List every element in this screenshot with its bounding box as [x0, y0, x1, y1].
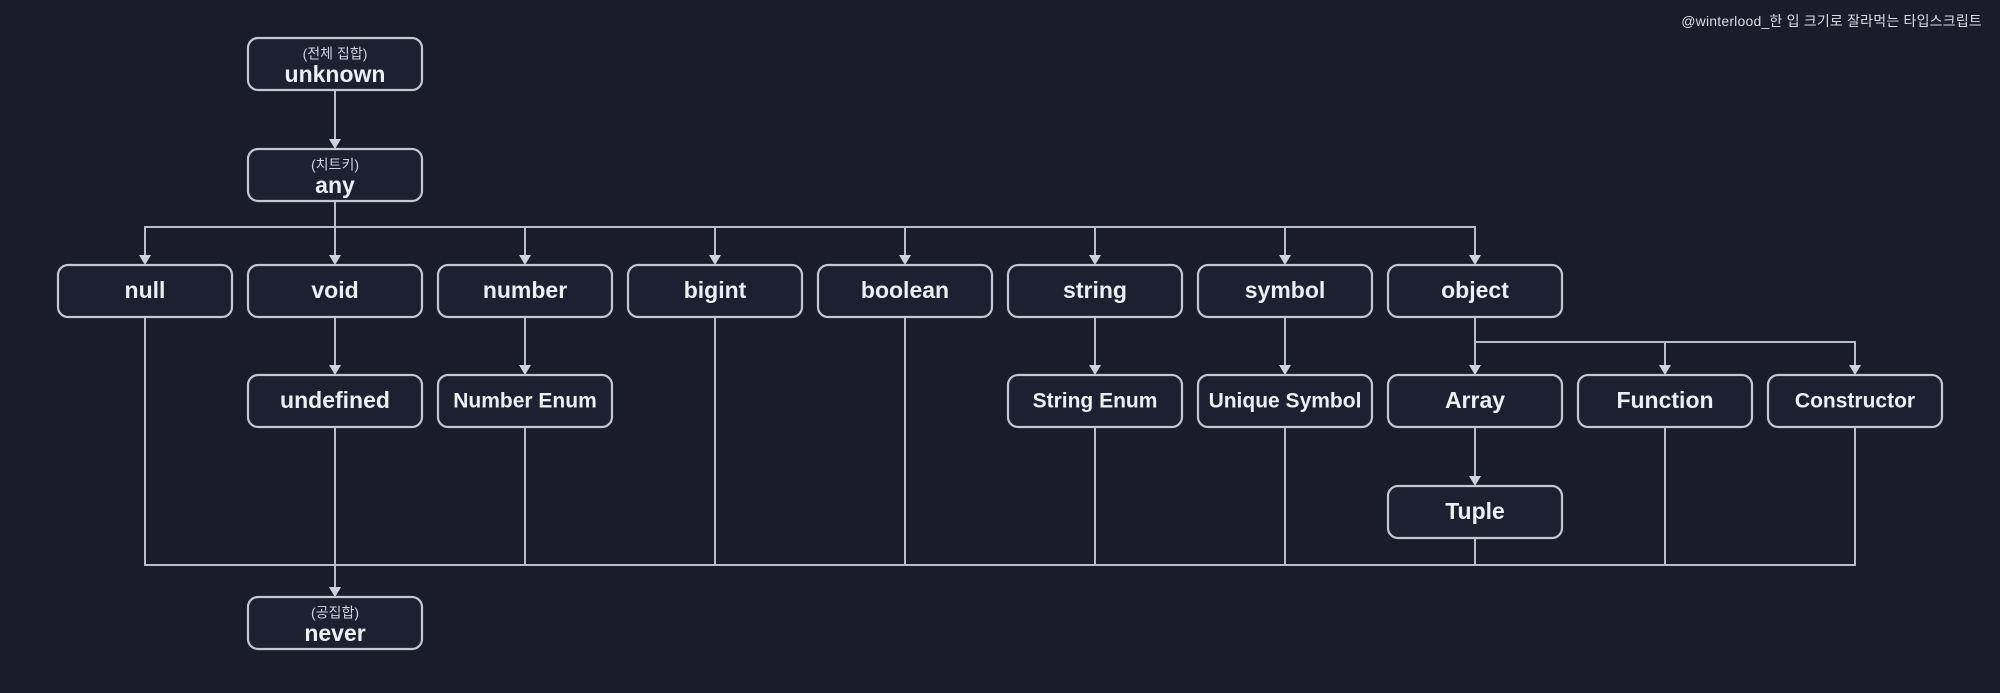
node-sublabel-any: (치트키) — [311, 157, 359, 173]
node-symbol[interactable]: symbol — [1196, 263, 1374, 319]
node-label-unknown: unknown — [285, 61, 386, 87]
node-object[interactable]: object — [1386, 263, 1564, 319]
node-label-unique-symbol: Unique Symbol — [1209, 390, 1362, 413]
node-string-enum[interactable]: String Enum — [1006, 373, 1184, 429]
node-tuple[interactable]: Tuple — [1386, 484, 1564, 540]
node-label-object: object — [1441, 277, 1509, 303]
edge-arrowhead — [329, 255, 341, 265]
nodes-layer: (전체 집합)unknown (치트키)any null void number bigi… — [56, 36, 1944, 651]
node-undefined[interactable]: undefined — [246, 373, 424, 429]
edge-arrowhead — [1849, 365, 1861, 375]
edge-arrowhead — [899, 255, 911, 265]
edge-arrowhead — [1469, 365, 1481, 375]
node-string[interactable]: string — [1006, 263, 1184, 319]
node-unknown[interactable]: (전체 집합)unknown — [246, 36, 424, 92]
node-label-number: number — [483, 277, 567, 303]
node-label-never: never — [304, 620, 365, 646]
watermark-credit: @winterlood_한 입 크기로 잘라먹는 타입스크립트 — [1681, 13, 1982, 29]
edge-null-to-never — [144, 317, 335, 566]
edge-any-to-null — [144, 201, 336, 255]
node-label-number-enum: Number Enum — [453, 390, 597, 413]
node-label-constructor: Constructor — [1795, 390, 1915, 413]
node-label-void: void — [311, 277, 358, 303]
edge-arrowhead — [1469, 476, 1481, 486]
node-label-null: null — [125, 277, 166, 303]
node-constructor[interactable]: Constructor — [1766, 373, 1944, 429]
node-null[interactable]: null — [56, 263, 234, 319]
node-void[interactable]: void — [246, 263, 424, 319]
node-number[interactable]: number — [436, 263, 614, 319]
node-label-undefined: undefined — [280, 387, 390, 413]
node-never[interactable]: (공집합)never — [246, 595, 424, 651]
node-function[interactable]: Function — [1576, 373, 1754, 429]
edge-number-enum-to-never — [335, 427, 526, 566]
edge-arrowhead — [1089, 255, 1101, 265]
edge-arrowhead — [329, 365, 341, 375]
node-label-array: Array — [1445, 387, 1505, 413]
edge-arrowhead — [139, 255, 151, 265]
node-label-string: string — [1063, 277, 1127, 303]
node-number-enum[interactable]: Number Enum — [436, 373, 614, 429]
node-any[interactable]: (치트키)any — [246, 147, 424, 203]
edge-unique-symbol-to-never — [335, 427, 1286, 566]
node-sublabel-never: (공집합) — [311, 605, 359, 621]
node-bigint[interactable]: bigint — [626, 263, 804, 319]
node-array[interactable]: Array — [1386, 373, 1564, 429]
edge-arrowhead — [519, 255, 531, 265]
edge-arrowhead — [329, 587, 341, 597]
node-unique-symbol[interactable]: Unique Symbol — [1196, 373, 1374, 429]
edge-arrowhead — [519, 365, 531, 375]
node-label-bigint: bigint — [684, 277, 747, 303]
node-sublabel-unknown: (전체 집합) — [303, 46, 368, 62]
edge-arrowhead — [1659, 365, 1671, 375]
node-label-string-enum: String Enum — [1033, 390, 1158, 413]
diagram-canvas: (전체 집합) unknown (치트키) any null void number bigi… — [0, 0, 2000, 693]
type-hierarchy-diagram: (전체 집합)unknown (치트키)any null void number bigi… — [56, 36, 1944, 651]
edge-arrowhead — [709, 255, 721, 265]
edge-arrowhead — [1469, 255, 1481, 265]
edge-arrowhead — [1279, 365, 1291, 375]
node-label-symbol: symbol — [1245, 277, 1326, 303]
node-boolean[interactable]: boolean — [816, 263, 994, 319]
node-label-boolean: boolean — [861, 277, 949, 303]
edge-arrowhead — [1279, 255, 1291, 265]
edge-boolean-to-never — [335, 317, 906, 566]
node-label-tuple: Tuple — [1445, 498, 1505, 524]
edge-arrowhead — [1089, 365, 1101, 375]
node-label-any: any — [315, 172, 355, 198]
node-label-function: Function — [1616, 387, 1713, 413]
edge-arrowhead — [329, 139, 341, 149]
